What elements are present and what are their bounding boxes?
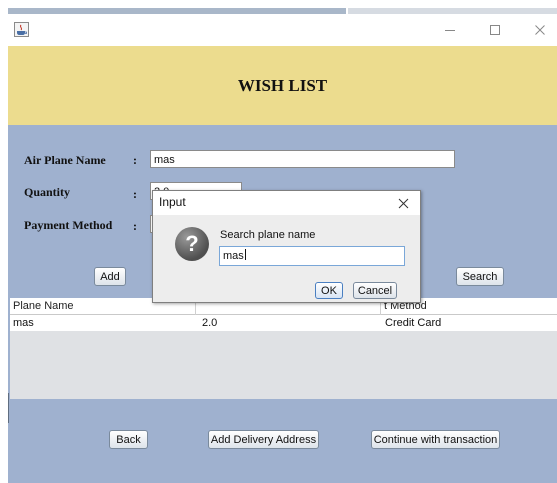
cell-payment-method: Credit Card xyxy=(385,317,442,329)
frame-divider xyxy=(8,393,9,423)
back-button[interactable]: Back xyxy=(109,430,148,449)
add-delivery-address-button[interactable]: Add Delivery Address xyxy=(208,430,319,449)
quantity-colon: : xyxy=(133,187,137,201)
dialog-title: Input xyxy=(159,195,186,209)
top-strip xyxy=(0,0,557,14)
search-plane-input-value: mas xyxy=(223,250,244,262)
payment-method-colon: : xyxy=(133,219,137,233)
minimize-icon xyxy=(445,30,455,31)
close-button[interactable] xyxy=(518,14,557,46)
search-plane-input[interactable]: mas xyxy=(219,246,405,266)
cell-quantity: 2.0 xyxy=(202,317,218,329)
search-button[interactable]: Search xyxy=(456,267,504,286)
page-title: WISH LIST xyxy=(237,76,328,95)
plane-name-field[interactable]: mas xyxy=(150,150,455,168)
maximize-button[interactable] xyxy=(473,14,517,46)
plane-name-colon: : xyxy=(133,153,137,167)
table-row[interactable]: mas 2.0 Credit Card xyxy=(10,315,557,331)
header-band: WISH LIST xyxy=(8,46,557,125)
minimize-button[interactable] xyxy=(428,14,472,46)
payment-method-label: Payment Method xyxy=(24,218,113,232)
add-button[interactable]: Add xyxy=(94,267,126,286)
text-caret xyxy=(244,249,246,260)
close-icon xyxy=(398,198,408,208)
maximize-icon xyxy=(490,25,500,35)
window-titlebar xyxy=(8,14,557,46)
quantity-label: Quantity xyxy=(24,185,71,199)
dialog-message: Search plane name xyxy=(220,229,316,241)
plane-name-label: Air Plane Name xyxy=(24,153,106,167)
close-icon xyxy=(535,25,545,35)
cancel-button[interactable]: Cancel xyxy=(353,282,397,299)
question-icon: ? xyxy=(175,227,209,261)
dialog-titlebar: Input xyxy=(153,191,420,215)
java-app-icon xyxy=(14,22,29,37)
continue-transaction-button[interactable]: Continue with transaction xyxy=(371,430,500,449)
cell-plane-name: mas xyxy=(13,317,34,329)
dialog-close-button[interactable] xyxy=(387,191,419,215)
ok-button[interactable]: OK xyxy=(315,282,343,299)
input-dialog: Input ? Search plane name mas OK Cancel xyxy=(152,190,421,303)
wishlist-table: Plane Name t Method mas 2.0 Credit Card xyxy=(10,298,557,399)
